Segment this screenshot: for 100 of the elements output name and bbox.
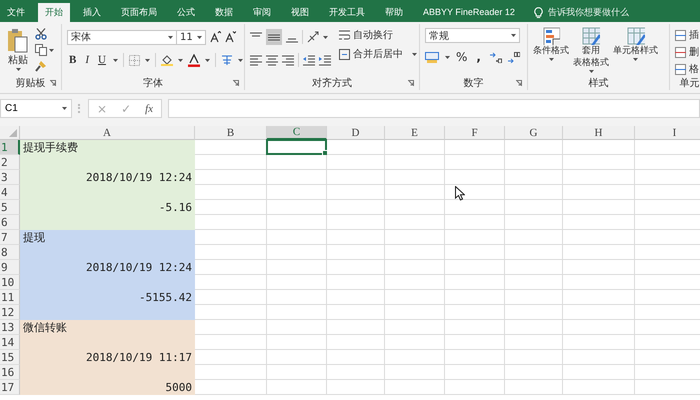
ribbon-tab[interactable]: 帮助 — [378, 3, 410, 22]
table-cell — [445, 290, 505, 305]
merge-center-button[interactable]: 合并后居中 — [339, 47, 417, 61]
row-header[interactable]: 1 — [0, 140, 20, 155]
fill-bucket-icon[interactable] — [160, 54, 173, 66]
row-header[interactable]: 15 — [0, 350, 20, 365]
align-middle-icon[interactable] — [266, 29, 282, 45]
decrease-font-size-icon[interactable] — [225, 31, 236, 43]
scissors-icon[interactable] — [35, 28, 47, 40]
font-color-icon[interactable] — [188, 54, 200, 66]
decrease-decimal-icon[interactable] — [508, 52, 520, 62]
ribbon-tab[interactable]: 公式 — [170, 3, 202, 22]
styles-gallery-button[interactable]: 条件格式 — [533, 27, 569, 61]
cells-button[interactable]: 插 — [675, 28, 699, 42]
column-header[interactable]: B — [195, 126, 267, 140]
table-cell — [563, 185, 635, 200]
table-cell — [267, 275, 327, 290]
column-header[interactable]: C — [267, 126, 327, 140]
format-painter-icon[interactable] — [35, 60, 47, 72]
ribbon-tab[interactable]: 开发工具 — [322, 3, 372, 22]
copy-icon[interactable] — [35, 44, 47, 56]
caret-icon — [238, 58, 243, 62]
row-header[interactable]: 7 — [0, 230, 20, 245]
table-cell: 微信转账 — [20, 320, 195, 335]
column-header[interactable]: I — [635, 126, 700, 140]
row-header[interactable]: 3 — [0, 170, 20, 185]
borders-icon[interactable] — [128, 54, 140, 66]
dialog-launcher-icon[interactable] — [233, 80, 239, 86]
ribbon-tab[interactable]: 文件 — [0, 3, 32, 22]
table-cell — [195, 200, 267, 215]
ribbon-tab[interactable]: 页面布局 — [114, 3, 164, 22]
row-header[interactable]: 5 — [0, 200, 20, 215]
row-header[interactable]: 10 — [0, 275, 20, 290]
table-cell — [385, 320, 445, 335]
caret-icon — [511, 34, 516, 37]
dialog-launcher-icon[interactable] — [516, 80, 522, 86]
ribbon-tab[interactable]: ABBYY FineReader 12 — [416, 3, 522, 22]
italic-button[interactable]: I — [83, 54, 92, 66]
currency-icon[interactable] — [425, 52, 439, 62]
column-header[interactable]: E — [385, 126, 445, 140]
insert-function-button[interactable]: fx — [145, 102, 154, 114]
increase-font-size-icon[interactable] — [210, 31, 221, 43]
cells-button[interactable]: 格 — [675, 62, 699, 76]
ribbon-tab[interactable]: 视图 — [284, 3, 316, 22]
underline-button[interactable]: U — [96, 54, 108, 66]
row-header[interactable]: 8 — [0, 245, 20, 260]
column-header[interactable]: A — [20, 126, 195, 140]
ribbon-tab[interactable]: 开始 — [38, 3, 70, 22]
table-cell — [267, 365, 327, 380]
ribbon-tab[interactable]: 数据 — [208, 3, 240, 22]
column-header[interactable]: F — [445, 126, 505, 140]
bold-button[interactable]: B — [67, 54, 78, 66]
ribbon-tab[interactable]: 审阅 — [246, 3, 278, 22]
row-header[interactable]: 16 — [0, 365, 20, 380]
increase-decimal-icon[interactable] — [490, 52, 502, 62]
percent-style-button[interactable]: % — [456, 50, 468, 64]
number-format-dropdown[interactable]: 常规 — [425, 28, 520, 43]
row-header[interactable]: 6 — [0, 215, 20, 230]
align-right-icon[interactable] — [282, 54, 294, 66]
table-cell — [445, 170, 505, 185]
table-cell — [385, 290, 445, 305]
formula-input[interactable] — [168, 99, 700, 118]
phonetic-guide-icon[interactable] — [220, 54, 233, 66]
row-header[interactable]: 2 — [0, 155, 20, 170]
row-header[interactable]: 9 — [0, 260, 20, 275]
comma-style-button[interactable]: , — [473, 50, 484, 64]
table-cell — [445, 350, 505, 365]
paste-button[interactable]: 粘贴 — [5, 28, 31, 76]
increase-indent-icon[interactable] — [319, 54, 331, 66]
font-size-dropdown[interactable]: 11 — [176, 30, 206, 44]
table-cell — [385, 350, 445, 365]
text-orientation-icon[interactable] — [307, 31, 319, 43]
name-box[interactable]: C1 — [0, 99, 72, 118]
cells-button[interactable]: 删 — [675, 45, 699, 59]
row-header[interactable]: 11 — [0, 290, 20, 305]
column-header[interactable]: D — [327, 126, 385, 140]
align-center-icon[interactable] — [266, 54, 278, 66]
font-name-dropdown[interactable]: 宋体 — [67, 30, 177, 44]
table-cell — [267, 335, 327, 350]
table-cell — [505, 185, 563, 200]
column-header[interactable]: H — [563, 126, 635, 140]
row-header[interactable]: 13 — [0, 320, 20, 335]
dialog-launcher-icon[interactable] — [408, 80, 414, 86]
decrease-indent-icon[interactable] — [303, 54, 315, 66]
align-left-icon[interactable] — [250, 54, 262, 66]
table-cell — [505, 275, 563, 290]
ribbon-tab[interactable]: 插入 — [76, 3, 108, 22]
row-header[interactable]: 12 — [0, 305, 20, 320]
column-header[interactable]: G — [505, 126, 563, 140]
table-cell: 2018/10/19 12:24 — [20, 260, 195, 275]
table-cell — [385, 155, 445, 170]
row-header[interactable]: 17 — [0, 380, 20, 395]
wrap-text-button[interactable]: 自动换行 — [339, 28, 417, 42]
tell-me-field[interactable]: 告诉我你想要做什么 — [548, 6, 629, 19]
styles-gallery-button[interactable]: 单元格样式 — [613, 27, 658, 61]
table-cell — [563, 320, 635, 335]
dialog-launcher-icon[interactable] — [50, 80, 56, 86]
styles-gallery-button[interactable]: 套用 表格格式 — [573, 27, 609, 73]
row-header[interactable]: 4 — [0, 185, 20, 200]
row-header[interactable]: 14 — [0, 335, 20, 350]
